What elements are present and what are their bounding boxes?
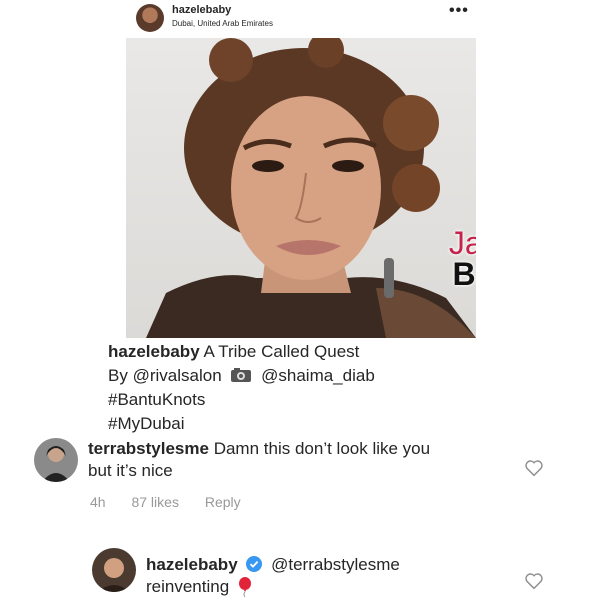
watermark-line1: the [398,198,476,228]
watermark-line2: Jasmine [448,225,476,261]
camera-icon [231,368,252,382]
mention-shaima-diab[interactable]: @shaima_diab [261,366,375,385]
comment-body: terrabstylesme Damn this don’t look like… [88,438,430,482]
verified-badge-icon [246,556,263,572]
comment-item: hazelebaby @terrabstylesme reinventing [0,548,597,600]
watermark-logo: the Jasmine BRAND [398,198,476,290]
portrait-illustration [146,38,476,338]
balloon-emoji-icon [238,577,251,597]
comment-avatar[interactable] [34,438,78,482]
comment-avatar[interactable] [92,548,136,592]
like-heart-icon[interactable] [524,572,544,590]
comment-username[interactable]: hazelebaby [146,555,238,574]
caption-username[interactable]: hazelebaby [108,342,200,361]
comment-meta: 4h 87 likes Reply [90,494,263,510]
caption-text: A Tribe Called Quest [203,342,360,361]
caption-by: By [108,366,128,385]
more-options-icon[interactable]: ••• [449,2,469,20]
comment-mention[interactable]: @terrabstylesme [271,555,400,574]
comment-username[interactable]: terrabstylesme [88,439,209,458]
header-location[interactable]: Dubai, United Arab Emirates [172,19,273,28]
comment-text-line2: but it’s nice [88,461,173,480]
watermark-line3: BRAND [452,256,476,292]
post-header: hazelebaby Dubai, United Arab Emirates •… [0,0,597,40]
comment-body: hazelebaby @terrabstylesme reinventing [146,554,400,598]
post-caption: hazelebaby A Tribe Called Quest By @riva… [108,340,375,436]
hashtag-mydubai[interactable]: #MyDubai [108,414,185,433]
mention-rivalsalon[interactable]: @rivalsalon [133,366,222,385]
hashtag-bantuknots[interactable]: #BantuKnots [108,390,205,409]
comment-text: reinventing [146,577,230,596]
header-avatar[interactable] [136,4,164,32]
comment-likes[interactable]: 87 likes [131,494,178,510]
post-image[interactable]: the Jasmine BRAND [126,38,476,338]
comment-text-line1: Damn this don’t look like you [213,439,431,458]
comment-reply[interactable]: Reply [205,494,241,510]
comment-time: 4h [90,494,106,510]
like-heart-icon[interactable] [524,459,544,477]
comment-item: terrabstylesme Damn this don’t look like… [0,438,597,518]
header-username[interactable]: hazelebaby [172,4,231,16]
